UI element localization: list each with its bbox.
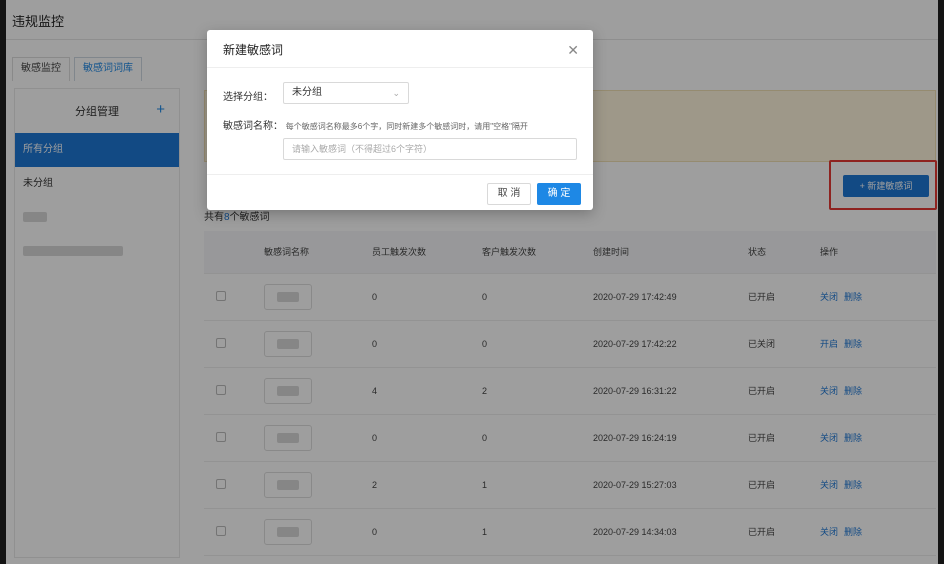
dialog-title: 新建敏感词 bbox=[223, 43, 284, 57]
chevron-down-icon: ⌄ bbox=[392, 88, 400, 98]
close-icon[interactable]: ✕ bbox=[567, 30, 579, 70]
dialog-footer: 取 消 确 定 bbox=[207, 174, 593, 210]
word-name-hint: 每个敏感词名称最多6个字，同时新建多个敏感词时，请用"空格"隔开 bbox=[285, 122, 528, 131]
group-select[interactable]: 未分组 ⌄ bbox=[283, 82, 409, 104]
confirm-button[interactable]: 确 定 bbox=[537, 183, 581, 205]
new-sensitive-word-dialog: 新建敏感词 ✕ 选择分组： 未分组 ⌄ 敏感词名称： 每个敏感词名称最多6个字，… bbox=[207, 30, 593, 210]
group-field-label: 选择分组： bbox=[223, 92, 273, 103]
dialog-header: 新建敏感词 ✕ bbox=[207, 30, 593, 68]
word-name-field: 敏感词名称： 每个敏感词名称最多6个字，同时新建多个敏感词时，请用"空格"隔开 bbox=[223, 117, 528, 132]
word-name-label: 敏感词名称： bbox=[223, 121, 283, 132]
group-select-value: 未分组 bbox=[292, 87, 322, 98]
sensitive-word-input[interactable] bbox=[283, 138, 577, 160]
cancel-button[interactable]: 取 消 bbox=[487, 183, 531, 205]
